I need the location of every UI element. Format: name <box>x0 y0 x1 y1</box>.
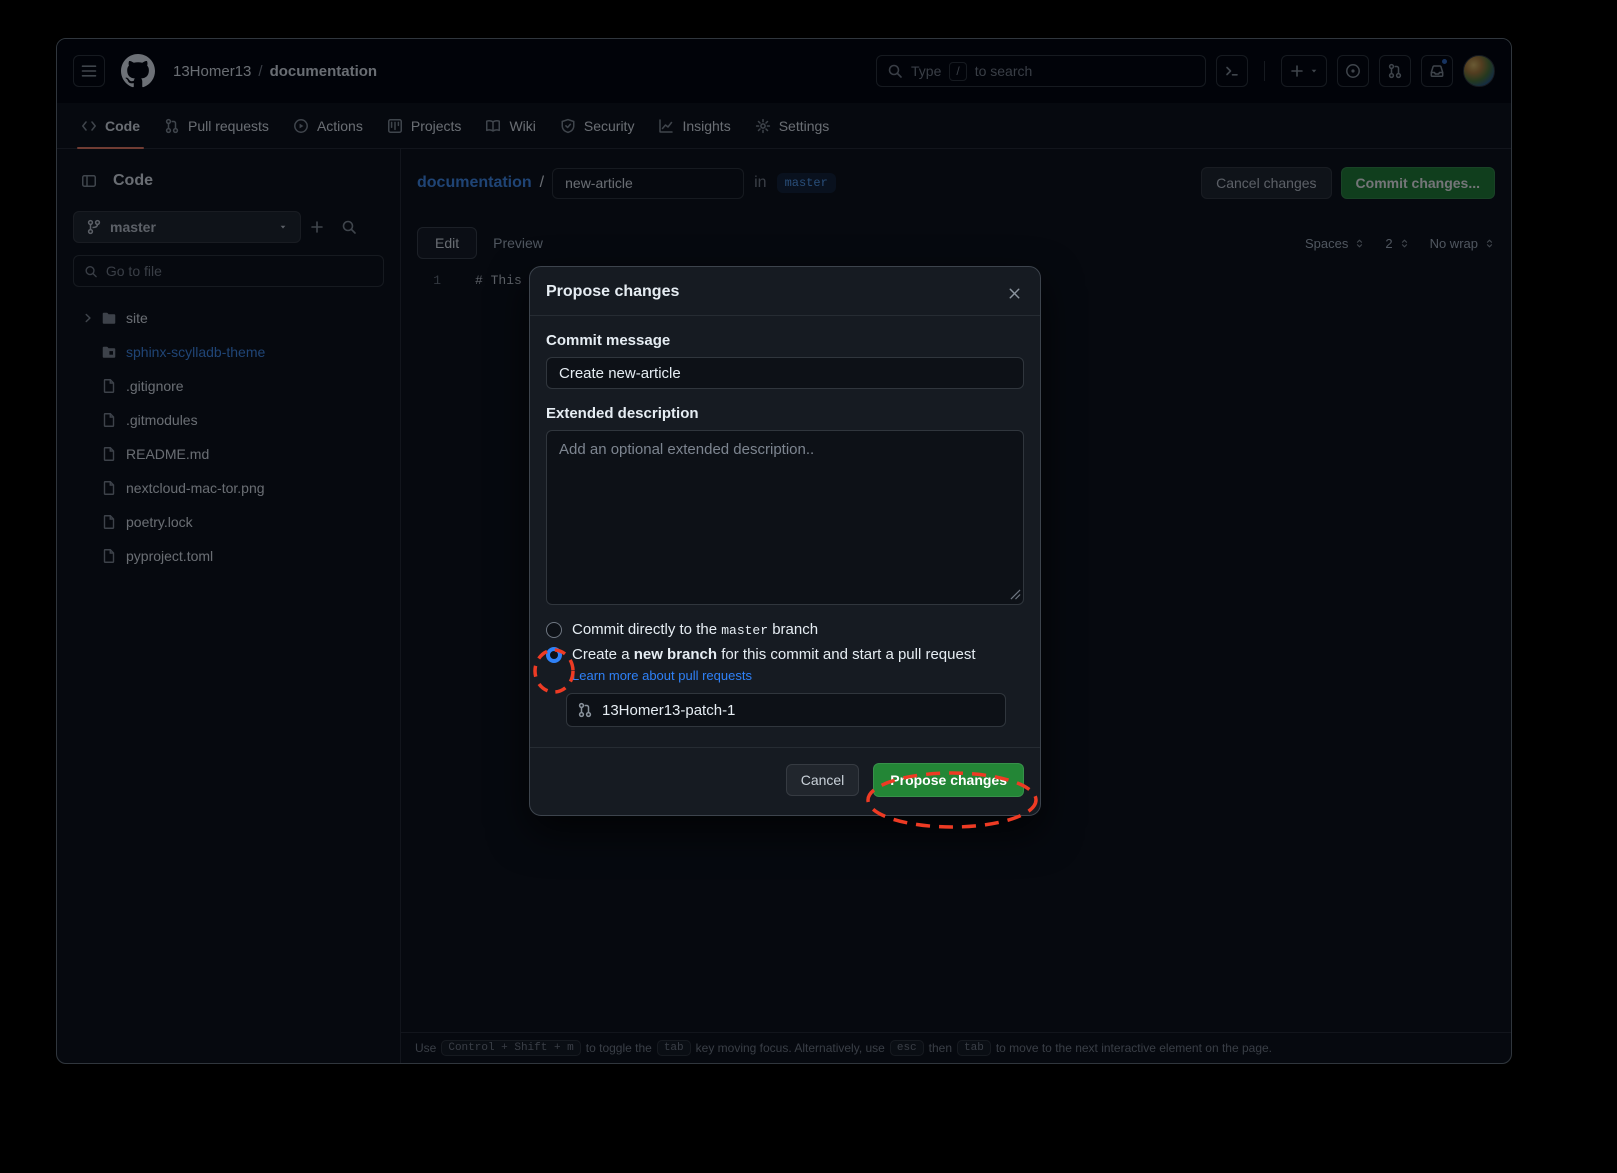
radio-create-branch[interactable] <box>546 647 562 663</box>
dialog-title: Propose changes <box>546 283 1024 301</box>
label-text: for this commit and start a pull request <box>717 646 975 663</box>
close-dialog-button[interactable] <box>998 277 1030 309</box>
new-branch-name-input[interactable] <box>602 702 995 719</box>
commit-message-input[interactable] <box>546 357 1024 389</box>
close-icon <box>1007 286 1022 301</box>
branch-name-code: master <box>721 623 768 638</box>
propose-changes-button[interactable]: Propose changes <box>873 763 1024 797</box>
extended-description-textarea[interactable] <box>546 430 1024 605</box>
learn-more-link[interactable]: Learn more about pull requests <box>572 668 1024 683</box>
extended-description-label: Extended description <box>546 405 1024 422</box>
commit-message-label: Commit message <box>546 332 1024 349</box>
radio-commit-direct-label: Commit directly to the master branch <box>572 621 818 638</box>
label-text: Create a <box>572 646 634 663</box>
label-text: Commit directly to the <box>572 621 721 638</box>
radio-commit-direct[interactable] <box>546 622 562 638</box>
propose-changes-dialog: Propose changes Commit message Extended … <box>529 266 1041 816</box>
label-bold: new branch <box>634 646 717 663</box>
github-window: 13Homer13 / documentation Type / to sear… <box>56 38 1512 1064</box>
label-text: branch <box>768 621 818 638</box>
git-pull-request-icon <box>577 702 593 718</box>
radio-create-branch-label: Create a new branch for this commit and … <box>572 646 976 663</box>
new-branch-name-field[interactable] <box>566 693 1006 727</box>
cancel-button[interactable]: Cancel <box>786 764 860 796</box>
